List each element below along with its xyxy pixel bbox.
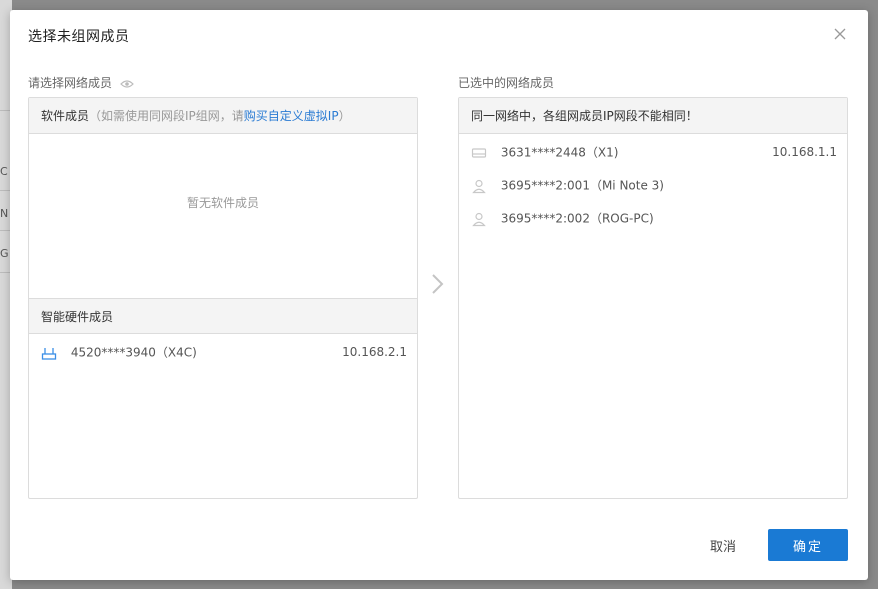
selected-member-row[interactable]: 3695****2:001（Mi Note 3) bbox=[459, 169, 847, 201]
buy-custom-ip-link[interactable]: 购买自定义虚拟IP bbox=[244, 109, 339, 123]
router-icon bbox=[41, 347, 57, 360]
background-text: C bbox=[0, 165, 8, 178]
software-members-title: 软件成员 bbox=[41, 109, 90, 123]
selected-member-ip: 10.168.1.1 bbox=[772, 145, 837, 159]
background-text: N bbox=[0, 207, 9, 220]
selected-member-row[interactable]: 3695****2:002（ROG-PC) bbox=[459, 202, 847, 234]
hardware-members-title: 智能硬件成员 bbox=[41, 310, 114, 324]
selected-members-header: 同一网络中，各组网成员IP网段不能相同！ bbox=[459, 98, 847, 134]
selected-members-panel: 同一网络中，各组网成员IP网段不能相同！ 3631****2448（X1) 10… bbox=[458, 97, 848, 499]
left-section-label-text: 请选择网络成员 bbox=[28, 76, 113, 90]
device-icon bbox=[471, 147, 487, 158]
selected-member-name: 3695****2:001（Mi Note 3) bbox=[500, 178, 664, 193]
selected-member-name: 3631****2448（X1) bbox=[500, 145, 619, 160]
select-members-dialog: 选择未组网成员 请选择网络成员 软件成员（如需使用同网段IP组网，请购买自定义虚… bbox=[10, 10, 868, 580]
hardware-member-name: 4520****3940（X4C) bbox=[70, 345, 197, 360]
hardware-member-ip: 10.168.2.1 bbox=[342, 345, 407, 359]
software-hint-suffix: ） bbox=[338, 109, 351, 123]
user-icon bbox=[472, 179, 486, 193]
eye-icon[interactable] bbox=[119, 79, 134, 89]
cancel-button[interactable]: 取消 bbox=[693, 529, 753, 561]
chevron-right-icon[interactable] bbox=[430, 272, 446, 296]
left-section-label: 请选择网络成员 bbox=[28, 74, 134, 91]
software-hint-prefix: （如需使用同网段IP组网，请 bbox=[89, 109, 244, 123]
user-icon bbox=[472, 212, 486, 226]
hardware-members-header: 智能硬件成员 bbox=[29, 298, 417, 334]
software-members-header: 软件成员（如需使用同网段IP组网，请购买自定义虚拟IP） bbox=[29, 98, 417, 134]
right-section-label: 已选中的网络成员 bbox=[458, 76, 555, 90]
software-empty-text: 暂无软件成员 bbox=[186, 196, 259, 210]
confirm-button[interactable]: 确定 bbox=[768, 529, 848, 561]
selected-member-name: 3695****2:002（ROG-PC) bbox=[500, 211, 654, 226]
hardware-member-row[interactable]: 4520****3940（X4C) 10.168.2.1 bbox=[29, 336, 417, 368]
left-members-panel: 软件成员（如需使用同网段IP组网，请购买自定义虚拟IP） 暂无软件成员 智能硬件… bbox=[28, 97, 418, 499]
close-icon[interactable] bbox=[832, 26, 848, 42]
selected-member-row[interactable]: 3631****2448（X1) 10.168.1.1 bbox=[459, 136, 847, 168]
background-text: G bbox=[0, 247, 9, 260]
dialog-title: 选择未组网成员 bbox=[28, 29, 130, 45]
